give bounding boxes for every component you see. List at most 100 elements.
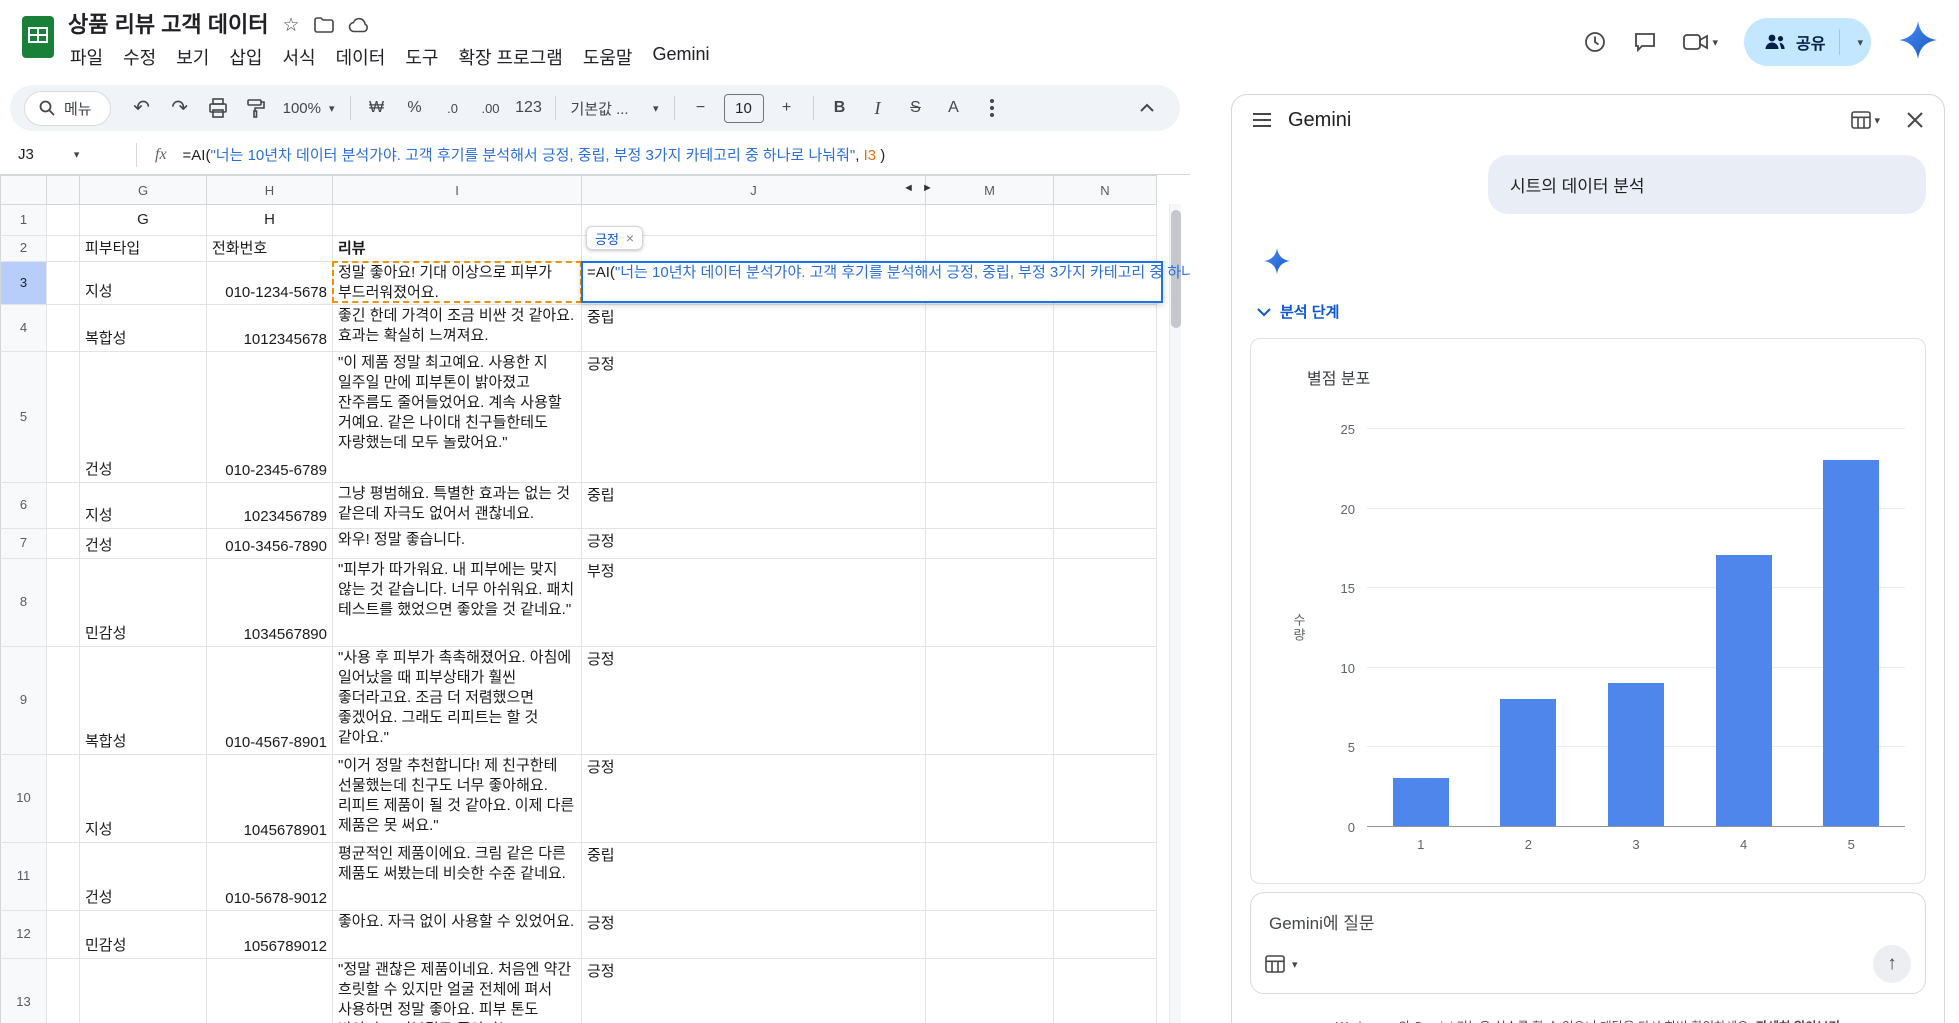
cell-J10[interactable]: 긍정 bbox=[582, 755, 926, 843]
cell-I9[interactable]: "사용 후 피부가 촉촉해졌어요. 아침에 일어났을 때 피부상태가 훨씬 좋더… bbox=[333, 647, 582, 755]
menu-file[interactable]: 파일 bbox=[60, 42, 113, 72]
row-header-8[interactable]: 8 bbox=[1, 559, 47, 647]
cell-H1[interactable]: H bbox=[207, 205, 333, 236]
row-header-4[interactable]: 4 bbox=[1, 305, 47, 352]
cell-F4[interactable] bbox=[47, 305, 80, 352]
row-header-6[interactable]: 6 bbox=[1, 483, 47, 529]
menu-extensions[interactable]: 확장 프로그램 bbox=[448, 42, 572, 72]
close-panel-icon[interactable] bbox=[1906, 111, 1924, 129]
cell-G11[interactable]: 건성 bbox=[80, 843, 207, 911]
menus-search-button[interactable]: 메뉴 bbox=[24, 91, 111, 126]
gemini-spark-button[interactable] bbox=[1899, 21, 1937, 64]
cell-J8[interactable]: 부정 bbox=[582, 559, 926, 647]
font-select[interactable]: 기본값 ... ▾ bbox=[563, 98, 667, 119]
col-header-f[interactable] bbox=[47, 176, 80, 205]
cell-M12[interactable] bbox=[926, 911, 1054, 959]
cell-N13[interactable] bbox=[1054, 959, 1157, 1023]
cell-F3[interactable] bbox=[47, 262, 80, 305]
cell-N5[interactable] bbox=[1054, 352, 1157, 483]
cell-J6[interactable]: 중립 bbox=[582, 483, 926, 529]
font-size-input[interactable]: 10 bbox=[724, 94, 764, 123]
cell-F13[interactable] bbox=[47, 959, 80, 1023]
cell-I10[interactable]: "이거 정말 추천합니다! 제 친구한테 선물했는데 친구도 너무 좋아해요. … bbox=[333, 755, 582, 843]
cell-N8[interactable] bbox=[1054, 559, 1157, 647]
cell-M10[interactable] bbox=[926, 755, 1054, 843]
cell-F10[interactable] bbox=[47, 755, 80, 843]
cloud-status-icon[interactable] bbox=[348, 17, 370, 33]
zoom-select[interactable]: 100% ▾ bbox=[275, 100, 343, 117]
cell-G4[interactable]: 복합성 bbox=[80, 305, 207, 352]
cell-N12[interactable] bbox=[1054, 911, 1157, 959]
move-folder-icon[interactable] bbox=[314, 17, 334, 33]
analysis-steps-toggle[interactable]: 분석 단계 bbox=[1256, 301, 1339, 322]
cell-H5[interactable]: 010-2345-6789 bbox=[207, 352, 333, 483]
share-button[interactable]: 공유 ▾ bbox=[1744, 18, 1871, 66]
cell-F12[interactable] bbox=[47, 911, 80, 959]
col-header-m[interactable]: M bbox=[926, 176, 1054, 205]
paint-format-button[interactable] bbox=[237, 91, 275, 125]
version-history-icon[interactable] bbox=[1583, 30, 1607, 54]
cell-M9[interactable] bbox=[926, 647, 1054, 755]
cell-M6[interactable] bbox=[926, 483, 1054, 529]
panel-menu-icon[interactable] bbox=[1252, 112, 1272, 128]
cell-J13[interactable]: 긍정 bbox=[582, 959, 926, 1023]
row-header-13[interactable]: 13 bbox=[1, 959, 47, 1023]
menu-gemini[interactable]: Gemini bbox=[643, 42, 720, 72]
currency-format-button[interactable]: ₩ bbox=[358, 91, 396, 125]
insert-table-icon[interactable]: ▾ bbox=[1265, 955, 1298, 973]
document-title[interactable]: 상품 리뷰 고객 데이터 bbox=[68, 10, 269, 40]
cell-I4[interactable]: 좋긴 한데 가격이 조금 비싼 것 같아요. 효과는 확실히 느껴져요. bbox=[333, 305, 582, 352]
cell-F8[interactable] bbox=[47, 559, 80, 647]
cell-J7[interactable]: 긍정 bbox=[582, 529, 926, 559]
cell-J11[interactable]: 중립 bbox=[582, 843, 926, 911]
menu-data[interactable]: 데이터 bbox=[326, 42, 396, 72]
redo-button[interactable]: ↷ bbox=[161, 91, 199, 125]
cell-J9[interactable]: 긍정 bbox=[582, 647, 926, 755]
cell-M11[interactable] bbox=[926, 843, 1054, 911]
undo-button[interactable]: ↶ bbox=[123, 91, 161, 125]
cell-H6[interactable]: 1023456789 bbox=[207, 483, 333, 529]
cell-I6[interactable]: 그냥 평범해요. 특별한 효과는 없는 것 같은데 자극도 없어서 괜찮네요. bbox=[333, 483, 582, 529]
text-color-button[interactable]: A bbox=[935, 91, 973, 125]
col-header-h[interactable]: H bbox=[207, 176, 333, 205]
video-call-caret-icon[interactable]: ▾ bbox=[1712, 36, 1718, 49]
cell-H12[interactable]: 1056789012 bbox=[207, 911, 333, 959]
cell-I5[interactable]: "이 제품 정말 최고예요. 사용한 지 일주일 만에 피부톤이 밝아졌고 잔주… bbox=[333, 352, 582, 483]
menu-insert[interactable]: 삽입 bbox=[219, 42, 272, 72]
cell-G8[interactable]: 민감성 bbox=[80, 559, 207, 647]
cell-G2[interactable]: 피부타입 bbox=[80, 236, 207, 262]
cell-I1[interactable] bbox=[333, 205, 582, 236]
cell-N7[interactable] bbox=[1054, 529, 1157, 559]
increase-decimal-button[interactable]: .00 bbox=[472, 91, 510, 125]
cell-H8[interactable]: 1034567890 bbox=[207, 559, 333, 647]
cell-M2[interactable] bbox=[926, 236, 1054, 262]
row-header-11[interactable]: 11 bbox=[1, 843, 47, 911]
cell-I2[interactable]: 리뷰 bbox=[333, 236, 582, 262]
cell-N9[interactable] bbox=[1054, 647, 1157, 755]
percent-format-button[interactable]: % bbox=[396, 91, 434, 125]
cell-H3[interactable]: 010-1234-5678 bbox=[207, 262, 333, 305]
insert-table-icon[interactable]: ▾ bbox=[1851, 111, 1880, 129]
cell-F11[interactable] bbox=[47, 843, 80, 911]
share-caret-icon[interactable]: ▾ bbox=[1857, 36, 1863, 49]
table-caret-icon[interactable]: ▾ bbox=[1292, 958, 1298, 971]
chip-dismiss-icon[interactable]: × bbox=[626, 230, 634, 246]
ai-result-chip[interactable]: 긍정 × bbox=[586, 226, 643, 250]
menu-view[interactable]: 보기 bbox=[166, 42, 219, 72]
row-header-10[interactable]: 10 bbox=[1, 755, 47, 843]
cell-J4[interactable]: 중립 bbox=[582, 305, 926, 352]
cell-H10[interactable]: 1045678901 bbox=[207, 755, 333, 843]
cell-I12[interactable]: 좋아요. 자극 없이 사용할 수 있었어요. bbox=[333, 911, 582, 959]
collapse-toolbar-button[interactable] bbox=[1128, 91, 1166, 125]
show-hidden-columns-right-icon[interactable]: ► bbox=[922, 183, 933, 194]
cell-F2[interactable] bbox=[47, 236, 80, 262]
menu-tools[interactable]: 도구 bbox=[395, 42, 448, 72]
col-header-g[interactable]: G bbox=[80, 176, 207, 205]
cell-G3[interactable]: 지성 bbox=[80, 262, 207, 305]
cell-H11[interactable]: 010-5678-9012 bbox=[207, 843, 333, 911]
row-header-7[interactable]: 7 bbox=[1, 529, 47, 559]
cell-N1[interactable] bbox=[1054, 205, 1157, 236]
menu-format[interactable]: 서식 bbox=[273, 42, 326, 72]
cell-G13[interactable] bbox=[80, 959, 207, 1023]
video-call-icon[interactable]: ▾ bbox=[1683, 32, 1718, 52]
